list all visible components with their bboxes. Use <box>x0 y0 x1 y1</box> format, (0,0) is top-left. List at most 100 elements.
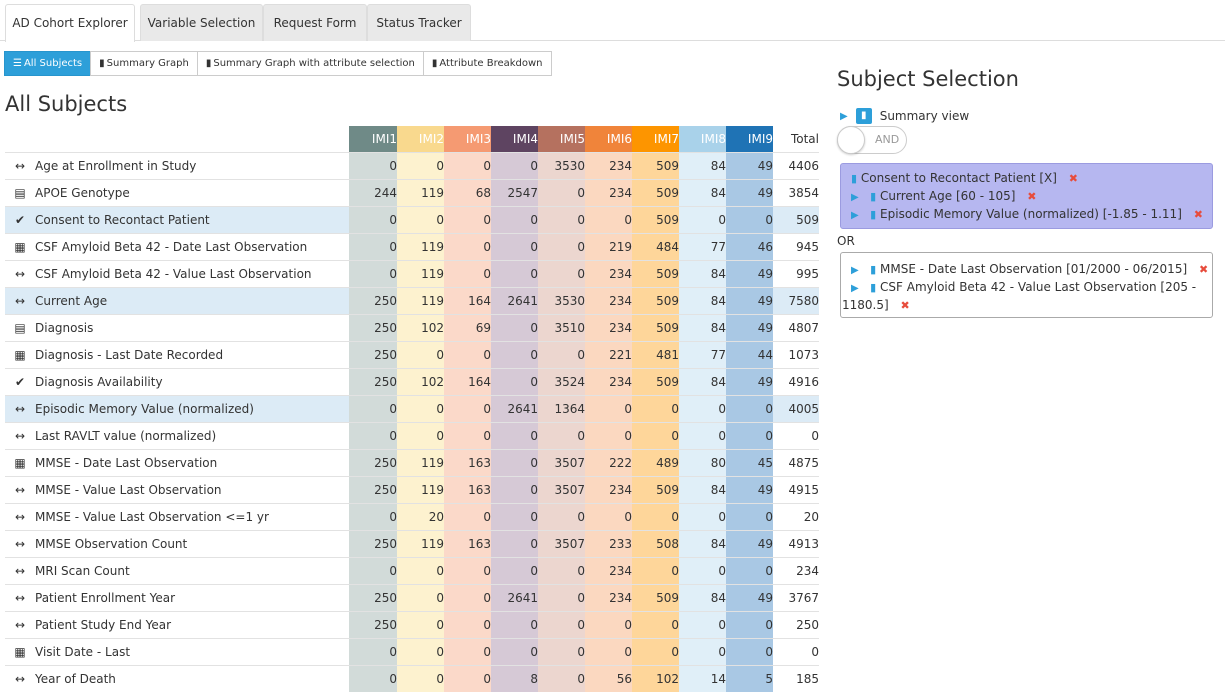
caret-right-icon[interactable]: ▶ <box>840 111 848 122</box>
table-row[interactable]: ↔Age at Enrollment in Study0000353023450… <box>5 153 819 180</box>
page-title: All Subjects <box>5 92 127 116</box>
table-row[interactable]: ↔Patient Study End Year25000000000250 <box>5 612 819 639</box>
column-header[interactable]: IMI7 <box>632 126 679 153</box>
count-cell: 221 <box>585 342 632 369</box>
all-subjects-button[interactable]: ☰All Subjects <box>4 51 91 76</box>
count-cell: 0 <box>491 531 538 558</box>
count-cell: 0 <box>538 612 585 639</box>
count-cell: 2641 <box>491 396 538 423</box>
count-cell: 0 <box>444 234 491 261</box>
remove-icon[interactable]: ✖ <box>1199 263 1208 276</box>
column-header[interactable]: IMI3 <box>444 126 491 153</box>
count-cell: 509 <box>632 288 679 315</box>
table-row[interactable]: ✔Diagnosis Availability25010216403524234… <box>5 369 819 396</box>
criterion-label: Current Age [60 - 105] <box>880 189 1015 203</box>
tab-request-form[interactable]: Request Form <box>263 4 367 41</box>
column-header[interactable]: IMI8 <box>679 126 726 153</box>
table-row[interactable]: ↔MMSE - Value Last Observation <=1 yr020… <box>5 504 819 531</box>
count-cell: 0 <box>726 504 773 531</box>
table-row[interactable]: ↔Year of Death0008056102145185 <box>5 666 819 692</box>
count-cell: 0 <box>726 207 773 234</box>
column-header[interactable]: IMI5 <box>538 126 585 153</box>
table-row[interactable]: ↔Episodic Memory Value (normalized)00026… <box>5 396 819 423</box>
table-row[interactable]: ↔CSF Amyloid Beta 42 - Value Last Observ… <box>5 261 819 288</box>
header-icon-cell <box>5 126 35 153</box>
count-cell: 49 <box>726 315 773 342</box>
caret-right-icon[interactable]: ▶ <box>851 192 859 203</box>
column-header[interactable]: IMI2 <box>397 126 444 153</box>
remove-icon[interactable]: ✖ <box>1069 172 1078 185</box>
criterion-csf-value: ▶ ▮ CSF Amyloid Beta 42 - Value Last Obs… <box>851 280 1196 294</box>
table-row[interactable]: ✔Consent to Recontact Patient00000050900… <box>5 207 819 234</box>
arrows-horizontal-icon: ↔ <box>5 261 35 288</box>
count-cell: 0 <box>349 666 397 692</box>
column-header[interactable]: IMI6 <box>585 126 632 153</box>
count-cell: 0 <box>491 207 538 234</box>
table-row[interactable]: ↔Current Age2501191642641353023450984497… <box>5 288 819 315</box>
criterion-label: Episodic Memory Value (normalized) [-1.8… <box>880 207 1182 221</box>
list-alt-icon: ▤ <box>5 180 35 207</box>
or-label: OR <box>837 234 855 248</box>
remove-icon[interactable]: ✖ <box>1027 190 1036 203</box>
summary-view-row[interactable]: ▶ ▮ Summary view <box>840 108 969 124</box>
selection-group-2: ▶ ▮ MMSE - Date Last Observation [01/200… <box>840 252 1213 318</box>
and-or-toggle[interactable]: AND <box>837 126 907 154</box>
table-row[interactable]: ↔MMSE - Value Last Observation2501191630… <box>5 477 819 504</box>
bar-chart-icon: ▮ <box>870 208 876 221</box>
count-cell: 250 <box>349 288 397 315</box>
column-header[interactable]: IMI4 <box>491 126 538 153</box>
count-cell: 0 <box>444 207 491 234</box>
count-cell: 0 <box>538 261 585 288</box>
count-cell: 119 <box>397 477 444 504</box>
remove-icon[interactable]: ✖ <box>901 299 910 312</box>
toggle-knob[interactable] <box>837 126 865 154</box>
bar-chart-icon: ▮ <box>870 263 876 276</box>
count-cell: 0 <box>726 558 773 585</box>
table-row[interactable]: ▤APOE Genotype24411968254702345098449385… <box>5 180 819 207</box>
column-header[interactable]: IMI1 <box>349 126 397 153</box>
table-row[interactable]: ▦MMSE - Date Last Observation25011916303… <box>5 450 819 477</box>
table-row[interactable]: ▦Diagnosis - Last Date Recorded250000022… <box>5 342 819 369</box>
caret-right-icon[interactable]: ▶ <box>851 283 859 294</box>
count-cell: 164 <box>444 288 491 315</box>
count-cell: 0 <box>397 585 444 612</box>
count-cell: 489 <box>632 450 679 477</box>
summary-graph-label: Summary Graph <box>107 58 189 69</box>
count-cell: 234 <box>585 369 632 396</box>
tab-variable-selection[interactable]: Variable Selection <box>140 4 263 41</box>
total-cell: 945 <box>773 234 819 261</box>
count-cell: 49 <box>726 585 773 612</box>
count-cell: 49 <box>726 180 773 207</box>
total-cell: 7580 <box>773 288 819 315</box>
tab-ad-cohort-explorer[interactable]: AD Cohort Explorer <box>5 4 135 42</box>
count-cell: 84 <box>679 261 726 288</box>
summary-graph-attribute-button[interactable]: ▮Summary Graph with attribute selection <box>197 51 424 76</box>
arrows-horizontal-icon: ↔ <box>5 288 35 315</box>
tab-status-tracker[interactable]: Status Tracker <box>367 4 471 41</box>
count-cell: 0 <box>538 207 585 234</box>
table-row[interactable]: ▤Diagnosis250102690351023450984494807 <box>5 315 819 342</box>
count-cell: 0 <box>444 639 491 666</box>
count-cell: 0 <box>726 612 773 639</box>
remove-icon[interactable]: ✖ <box>1194 208 1203 221</box>
table-row[interactable]: ▦CSF Amyloid Beta 42 - Date Last Observa… <box>5 234 819 261</box>
column-header[interactable]: IMI9 <box>726 126 773 153</box>
count-cell: 0 <box>538 180 585 207</box>
criterion-consent: ▮ Consent to Recontact Patient [X] ✖ <box>851 171 1078 185</box>
table-row[interactable]: ↔MRI Scan Count00000234000234 <box>5 558 819 585</box>
count-cell: 49 <box>726 153 773 180</box>
table-row[interactable]: ↔Patient Enrollment Year2500026410234509… <box>5 585 819 612</box>
attribute-breakdown-button[interactable]: ▮Attribute Breakdown <box>423 51 552 76</box>
summary-graph-button[interactable]: ▮Summary Graph <box>90 51 198 76</box>
count-cell: 0 <box>632 639 679 666</box>
table-row[interactable]: ↔Last RAVLT value (normalized)0000000000 <box>5 423 819 450</box>
table-row[interactable]: ↔MMSE Observation Count25011916303507233… <box>5 531 819 558</box>
caret-right-icon[interactable]: ▶ <box>851 210 859 221</box>
summary-view-label: Summary view <box>880 109 969 123</box>
table-row[interactable]: ▦Visit Date - Last0000000000 <box>5 639 819 666</box>
caret-right-icon[interactable]: ▶ <box>851 265 859 276</box>
total-cell: 250 <box>773 612 819 639</box>
count-cell: 0 <box>585 207 632 234</box>
bar-chart-icon: ▮ <box>870 281 876 294</box>
count-cell: 119 <box>397 261 444 288</box>
